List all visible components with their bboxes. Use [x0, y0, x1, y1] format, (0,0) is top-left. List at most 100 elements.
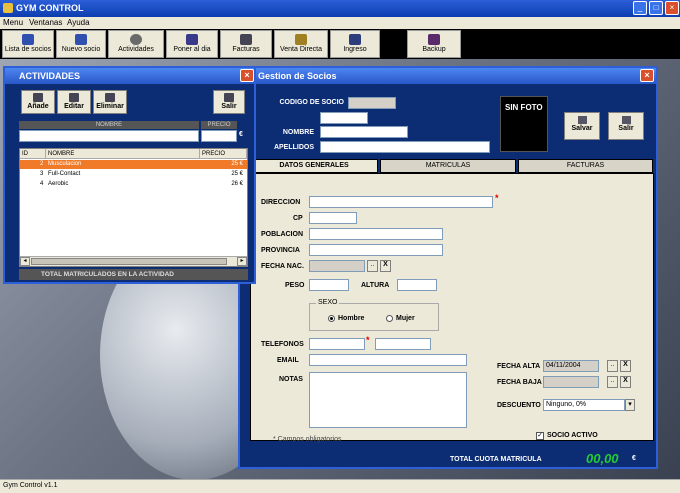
salir-actividades-button[interactable]: Salir — [213, 90, 245, 114]
gestion-socios-close-button[interactable]: × — [640, 69, 654, 82]
actividades-grid[interactable]: ID NOMBRE PRECIO 2 Musculacion 25 € 3 Fu… — [19, 148, 248, 267]
required-marker: * — [495, 193, 499, 203]
eliminar-button[interactable]: Eliminar — [93, 90, 127, 114]
grid-header-nombre[interactable]: NOMBRE — [46, 149, 200, 159]
sexo-label: SEXO — [316, 299, 340, 306]
apellidos-field[interactable] — [320, 141, 490, 153]
menu-menu[interactable]: Menu — [3, 18, 23, 27]
maximize-button[interactable]: □ — [649, 1, 663, 15]
codigo-field[interactable] — [348, 97, 396, 109]
toolbar-venta-directa-button[interactable]: Venta Directa — [274, 30, 328, 58]
fecha-alta-picker-button[interactable]: .. — [607, 360, 618, 372]
descuento-label: DESCUENTO — [497, 402, 541, 409]
email-field[interactable] — [309, 354, 467, 366]
grid-header-precio[interactable]: PRECIO — [200, 149, 247, 159]
tab-strip: DATOS GENERALES MATRICULAS FACTURAS — [250, 159, 654, 173]
close-button[interactable]: × — [665, 1, 679, 15]
actividades-title: ACTIVIDADES — [19, 71, 81, 81]
filter-nombre-input[interactable] — [19, 130, 199, 142]
hombre-radio[interactable] — [328, 315, 335, 322]
fecha-alta-field[interactable]: 04/11/2004 — [543, 360, 599, 372]
currency-symbol: € — [632, 455, 636, 462]
scroll-thumb[interactable] — [31, 258, 227, 265]
actividades-close-button[interactable]: × — [240, 69, 254, 82]
salir-button[interactable]: Salir — [608, 112, 644, 140]
toolbar-nuevo-socio-button[interactable]: Nuevo socio — [56, 30, 106, 58]
toolbar-ingreso-button[interactable]: Ingreso — [330, 30, 380, 58]
chart-icon — [349, 34, 361, 45]
required-marker: * — [366, 335, 370, 345]
mujer-radio[interactable] — [386, 315, 393, 322]
filter-header-nombre: NOMBRE — [19, 121, 199, 129]
notas-label: NOTAS — [279, 376, 303, 383]
total-cuota-label: TOTAL CUOTA MATRICULA — [450, 456, 542, 463]
scroll-left-button[interactable]: ◂ — [20, 257, 30, 266]
people-icon — [22, 34, 34, 45]
anade-button[interactable]: Añade — [21, 90, 55, 114]
scroll-right-button[interactable]: ▸ — [237, 257, 247, 266]
horizontal-scrollbar[interactable]: ◂ ▸ — [20, 256, 247, 266]
altura-field[interactable] — [397, 279, 437, 291]
toolbar-facturas-button[interactable]: Facturas — [220, 30, 272, 58]
tab-facturas[interactable]: FACTURAS — [518, 159, 653, 173]
delete-icon — [105, 93, 115, 102]
tab-matriculas[interactable]: MATRICULAS — [380, 159, 516, 173]
editar-button[interactable]: Editar — [57, 90, 91, 114]
cp-field[interactable] — [309, 212, 357, 224]
fecha-baja-clear-button[interactable]: X — [620, 376, 631, 388]
grid-row[interactable]: 4 Aerobic 26 € — [20, 180, 247, 189]
descuento-dropdown-button[interactable]: ▾ — [625, 399, 635, 411]
nombre-field[interactable] — [320, 126, 408, 138]
grid-row[interactable]: 2 Musculacion 25 € — [20, 160, 247, 169]
toolbar-backup-button[interactable]: Backup — [407, 30, 461, 58]
hombre-label: Hombre — [338, 315, 365, 322]
socio-activo-checkbox[interactable]: ✓ — [536, 432, 544, 440]
tab-datos-generales[interactable]: DATOS GENERALES — [250, 159, 378, 173]
dni-field[interactable] — [320, 112, 368, 124]
grid-row[interactable]: 3 Full-Contact 25 € — [20, 170, 247, 179]
fecha-nac-picker-button[interactable]: .. — [367, 260, 378, 272]
exit-icon — [224, 93, 234, 102]
toolbar-lista-socios-button[interactable]: Lista de socios — [2, 30, 54, 58]
cp-label: CP — [293, 215, 303, 222]
fecha-nac-clear-button[interactable]: X — [380, 260, 391, 272]
row-nombre: Aerobic — [48, 181, 69, 187]
menu-ayuda[interactable]: Ayuda — [67, 18, 90, 27]
gestion-socios-window: Gestion de Socios × CODIGO DE SOCIO DNI … — [238, 66, 658, 469]
total-cuota-value: 00,00 — [586, 451, 619, 466]
socio-activo-label: SOCIO ACTIVO — [547, 432, 598, 439]
salvar-label: Salvar — [571, 125, 593, 132]
photo-placeholder: SIN FOTO — [505, 103, 543, 112]
radio-dot — [330, 317, 333, 320]
ball-icon — [130, 34, 142, 45]
filter-header-precio: PRECIO — [201, 121, 237, 129]
provincia-field[interactable] — [309, 244, 443, 256]
fecha-baja-picker-button[interactable]: .. — [607, 376, 618, 388]
descuento-select[interactable]: Ninguno, 0% — [543, 399, 625, 411]
notas-textarea[interactable] — [309, 372, 467, 428]
altura-label: ALTURA — [361, 282, 390, 289]
invoice-icon — [240, 34, 252, 45]
direccion-field[interactable] — [309, 196, 493, 208]
fecha-nac-field[interactable] — [309, 260, 365, 272]
toolbar-poner-al-dia-button[interactable]: Poner al dia — [166, 30, 218, 58]
grid-header-id[interactable]: ID — [20, 149, 46, 159]
salvar-button[interactable]: Salvar — [564, 112, 600, 140]
actividades-window: ACTIVIDADES × Añade Editar Eliminar Sali… — [3, 66, 256, 284]
peso-field[interactable] — [309, 279, 349, 291]
minimize-button[interactable]: _ — [633, 1, 647, 15]
row-precio: 25 € — [231, 161, 243, 167]
peso-label: PESO — [285, 282, 305, 289]
toolbar-label: Poner al dia — [173, 46, 211, 53]
photo-box[interactable]: SIN FOTO — [500, 96, 548, 152]
toolbar-actividades-button[interactable]: Actividades — [108, 30, 164, 58]
filter-precio-input[interactable] — [201, 130, 237, 142]
telefono-1-field[interactable] — [309, 338, 365, 350]
telefono-2-field[interactable] — [375, 338, 431, 350]
row-nombre: Full-Contact — [48, 171, 81, 177]
poblacion-field[interactable] — [309, 228, 443, 240]
fecha-baja-field[interactable] — [543, 376, 599, 388]
row-id: 2 — [40, 161, 44, 167]
fecha-alta-clear-button[interactable]: X — [620, 360, 631, 372]
menu-ventanas[interactable]: Ventanas — [29, 18, 62, 27]
